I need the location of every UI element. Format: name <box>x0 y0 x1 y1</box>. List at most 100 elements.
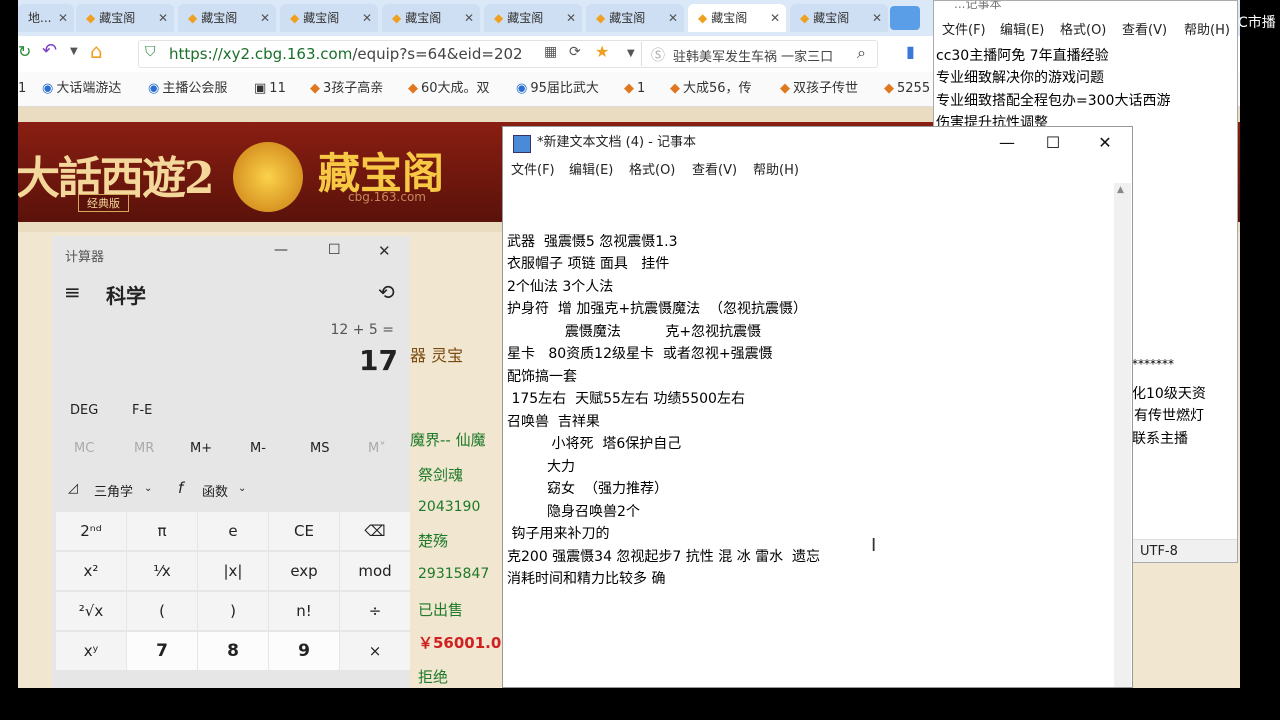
square-button[interactable]: x² <box>56 552 126 590</box>
close-icon[interactable]: ✕ <box>872 4 882 32</box>
bookmark[interactable]: ◆ 60大成。双 <box>408 72 490 106</box>
menu-help[interactable]: 帮助(H) <box>1184 19 1230 43</box>
close-icon[interactable]: ✕ <box>260 4 270 32</box>
m-plus-button[interactable]: M+ <box>190 441 212 456</box>
fe-button[interactable]: F-E <box>132 403 152 418</box>
url-text[interactable]: https://xy2.cbg.163.com/equip?s=64&eid=2… <box>169 41 523 67</box>
tab-active[interactable]: ◆ 藏宝阁 ✕ <box>688 4 786 32</box>
minimize-button[interactable]: — <box>984 127 1030 159</box>
menu-view[interactable]: 查看(V) <box>692 159 737 183</box>
reciprocal-button[interactable]: ¹⁄x <box>127 552 197 590</box>
home-icon[interactable]: ⌂ <box>90 39 103 63</box>
text-line: 武器 强震慑5 忽视震慑1.3 <box>507 234 678 250</box>
menu-edit[interactable]: 编辑(E) <box>1000 19 1044 43</box>
exp-button[interactable]: exp <box>269 552 339 590</box>
multiply-button[interactable]: × <box>340 632 410 670</box>
refresh-icon[interactable]: ↻ <box>18 42 31 61</box>
calculator-window[interactable]: 计算器 — ☐ ✕ ≡ 科学 ⟲ 12 + 5 = 17 DEG F-E MC … <box>52 236 410 688</box>
tab[interactable]: ◆ 藏宝阁 ✕ <box>790 4 888 32</box>
close-icon[interactable]: ✕ <box>464 4 474 32</box>
bookmark[interactable]: ◆ 双孩子传世 <box>780 72 858 106</box>
bookmark[interactable]: ◆ 5255 <box>884 72 930 106</box>
factorial-button[interactable]: n! <box>269 592 339 630</box>
mod-button[interactable]: mod <box>340 552 410 590</box>
close-button[interactable]: ✕ <box>378 242 391 260</box>
bookmark[interactable]: ▣ 11 <box>254 72 286 106</box>
menu-format[interactable]: 格式(O) <box>629 159 675 183</box>
history-icon[interactable]: ⟲ <box>378 280 395 304</box>
menu-help[interactable]: 帮助(H) <box>753 159 799 183</box>
ms-button[interactable]: MS <box>310 441 329 456</box>
back-icon[interactable]: ↶ <box>42 40 57 61</box>
m-list-button[interactable]: M˅ <box>368 441 386 456</box>
url-box[interactable]: ⛉ https://xy2.cbg.163.com/equip?s=64&eid… <box>138 40 878 68</box>
second-button[interactable]: 2ⁿᵈ <box>56 512 126 550</box>
mr-button[interactable]: MR <box>134 441 154 456</box>
trig-dropdown[interactable]: 三角学 <box>94 481 133 500</box>
star-icon[interactable]: ★ <box>595 42 609 61</box>
chevron-down-icon[interactable]: ▼ <box>70 46 78 57</box>
divide-button[interactable]: ÷ <box>340 592 410 630</box>
qr-icon[interactable]: ▦ <box>544 44 557 60</box>
maximize-button[interactable]: ☐ <box>1030 127 1076 159</box>
tab[interactable]: ◆ 藏宝阁 ✕ <box>76 4 174 32</box>
close-paren-button[interactable]: ) <box>198 592 268 630</box>
new-tab-button[interactable] <box>890 6 920 30</box>
text-line: 窈女 （强力推荐） <box>507 481 668 497</box>
ce-button[interactable]: CE <box>269 512 339 550</box>
minimize-button[interactable]: — <box>274 242 288 258</box>
backspace-button[interactable]: ⌫ <box>340 512 410 550</box>
vertical-scrollbar[interactable]: ▲ <box>1114 183 1131 687</box>
menu-edit[interactable]: 编辑(E) <box>569 159 613 183</box>
pi-button[interactable]: π <box>127 512 197 550</box>
shield-icon: ⛉ <box>145 44 156 60</box>
mc-button[interactable]: MC <box>74 441 94 456</box>
close-button[interactable]: ✕ <box>1082 127 1128 159</box>
scroll-up-icon[interactable]: ▲ <box>1117 185 1124 195</box>
search-icon[interactable]: ⌕ <box>857 43 866 63</box>
function-dropdown[interactable]: 函数 <box>202 481 228 500</box>
equip-tabs[interactable]: 器 灵宝 <box>410 342 463 366</box>
tab[interactable]: ◆ 藏宝阁 ✕ <box>280 4 378 32</box>
notepad-window[interactable]: *新建文本文档 (4) - 记事本 — ☐ ✕ 文件(F) 编辑(E) 格式(O… <box>502 126 1133 688</box>
search-suggestion[interactable]: 驻韩美军发生车祸 一家三口 <box>673 46 853 65</box>
close-icon[interactable]: ✕ <box>158 4 168 32</box>
close-icon[interactable]: ✕ <box>668 4 678 32</box>
tab[interactable]: 地... ✕ <box>18 4 74 32</box>
close-icon[interactable]: ✕ <box>566 4 576 32</box>
digit-8-button[interactable]: 8 <box>198 632 268 670</box>
share-icon[interactable]: ⟳ <box>569 44 581 60</box>
bookmark[interactable]: ◉ 95届比武大 <box>516 72 599 106</box>
menu-file[interactable]: 文件(F) <box>942 19 986 43</box>
e-button[interactable]: e <box>198 512 268 550</box>
close-icon[interactable]: ✕ <box>770 4 780 32</box>
bookmark[interactable]: 1 <box>18 72 26 106</box>
tab[interactable]: ◆ 藏宝阁 ✕ <box>484 4 582 32</box>
bookmark[interactable]: ◉ 大话端游达 <box>42 72 121 106</box>
tab[interactable]: ◆ 藏宝阁 ✕ <box>178 4 276 32</box>
deg-button[interactable]: DEG <box>70 403 98 418</box>
menu-icon[interactable]: ≡ <box>64 280 81 304</box>
bookmark[interactable]: ◆ 大成56，传 <box>670 72 752 106</box>
chevron-down-icon[interactable]: ▼ <box>627 48 635 59</box>
tab[interactable]: ◆ 藏宝阁 ✕ <box>382 4 480 32</box>
digit-9-button[interactable]: 9 <box>269 632 339 670</box>
bookmark[interactable]: ◆ 1 <box>624 72 645 106</box>
power-button[interactable]: xʸ <box>56 632 126 670</box>
sqrt-button[interactable]: ²√x <box>56 592 126 630</box>
m-minus-button[interactable]: M- <box>250 441 266 456</box>
abs-button[interactable]: |x| <box>198 552 268 590</box>
close-icon[interactable]: ✕ <box>362 4 372 32</box>
bookmark[interactable]: ◉ 主播公会服 <box>148 72 227 106</box>
menu-file[interactable]: 文件(F) <box>511 159 555 183</box>
menu-view[interactable]: 查看(V) <box>1122 19 1167 43</box>
open-paren-button[interactable]: ( <box>127 592 197 630</box>
maximize-button[interactable]: ☐ <box>328 242 341 258</box>
menu-bar: 文件(F) 编辑(E) 格式(O) 查看(V) 帮助(H) <box>503 159 1132 183</box>
close-icon[interactable]: ✕ <box>58 4 68 32</box>
digit-7-button[interactable]: 7 <box>127 632 197 670</box>
bookmark[interactable]: ◆ 3孩子高亲 <box>310 72 383 106</box>
tab[interactable]: ◆ 藏宝阁 ✕ <box>586 4 684 32</box>
menu-format[interactable]: 格式(O) <box>1060 19 1106 43</box>
extension-icon[interactable]: ▮ <box>906 42 915 61</box>
